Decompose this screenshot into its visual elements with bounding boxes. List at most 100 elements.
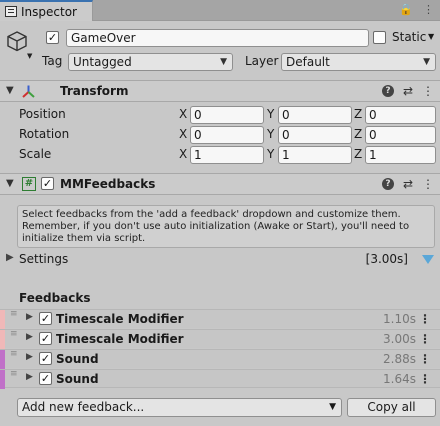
axis-z-label: Z: [354, 107, 363, 121]
rotation-y-field[interactable]: 0: [278, 126, 352, 144]
component-menu-icon[interactable]: ⋮: [422, 84, 434, 98]
feedbacks-label: Feedbacks: [19, 291, 91, 305]
feedback-time: 1.10s: [383, 312, 416, 326]
position-x-field[interactable]: 0: [190, 106, 264, 124]
feedback-time: 3.00s: [383, 332, 416, 346]
position-label: Position: [19, 107, 66, 121]
mmfeedbacks-header[interactable]: ▼ # ✓ MMFeedbacks ? ⇄ ⋮: [0, 173, 440, 195]
script-hash-icon: #: [22, 177, 36, 191]
feedback-row[interactable]: ≡ ▶ ✓ Sound 2.88s ⋮: [0, 349, 440, 369]
feedback-color-tag: [0, 370, 5, 389]
feedback-row[interactable]: ≡ ▶ ✓ Sound 1.64s ⋮: [0, 369, 440, 389]
gameobject-cube-icon[interactable]: [6, 30, 28, 52]
foldout-collapsed-icon[interactable]: ▶: [26, 312, 33, 322]
gameobject-name-field[interactable]: GameOver: [66, 29, 369, 47]
rotation-x-field[interactable]: 0: [190, 126, 264, 144]
tag-dropdown[interactable]: Untagged ▼: [68, 53, 233, 71]
axis-z-label: Z: [354, 147, 363, 161]
layer-label: Layer: [245, 54, 279, 68]
axis-x-label: X: [179, 107, 188, 121]
copy-all-button[interactable]: Copy all: [347, 398, 436, 417]
drag-handle-icon[interactable]: ≡: [10, 350, 18, 359]
feedback-menu-icon[interactable]: ⋮: [419, 332, 431, 346]
feedback-menu-icon[interactable]: ⋮: [419, 312, 431, 326]
axis-x-label: X: [179, 147, 188, 161]
drag-handle-icon[interactable]: ≡: [10, 330, 18, 339]
chevron-down-icon: ▼: [220, 57, 227, 67]
axis-x-label: X: [179, 127, 188, 141]
inspector-tab-bar: Inspector 🔒 ⋮: [0, 0, 440, 21]
axis-y-label: Y: [267, 147, 275, 161]
component-menu-icon[interactable]: ⋮: [422, 177, 434, 191]
drag-handle-icon[interactable]: ≡: [10, 370, 18, 379]
layer-dropdown[interactable]: Default ▼: [281, 53, 436, 71]
feedback-menu-icon[interactable]: ⋮: [419, 352, 431, 366]
position-z-field[interactable]: 0: [365, 106, 436, 124]
add-feedback-label: Add new feedback...: [22, 400, 145, 414]
help-box: Select feedbacks from the 'add a feedbac…: [17, 205, 435, 248]
chevron-down-icon: ▼: [423, 57, 430, 67]
feedback-name: Timescale Modifier: [56, 332, 184, 346]
foldout-collapsed-icon[interactable]: ▶: [26, 332, 33, 342]
feedback-name: Sound: [56, 372, 99, 386]
preset-sliders-icon[interactable]: ⇄: [403, 177, 413, 191]
transform-title: Transform: [60, 84, 129, 98]
layer-value: Default: [286, 55, 330, 69]
timing-arrow-icon[interactable]: [422, 255, 434, 264]
static-label: Static: [392, 30, 427, 44]
tab-inspector-label: Inspector: [21, 4, 77, 19]
preset-sliders-icon[interactable]: ⇄: [403, 84, 413, 98]
gameobject-header: ▼ ✓ GameOver Static ▼ Tag Untagged ▼ Lay…: [0, 22, 440, 80]
scale-y-field[interactable]: 1: [278, 146, 352, 164]
foldout-collapsed-icon[interactable]: ▶: [6, 252, 14, 263]
total-duration: [3.00s]: [365, 252, 408, 266]
foldout-expanded-icon[interactable]: ▼: [6, 85, 14, 96]
feedback-menu-icon[interactable]: ⋮: [419, 372, 431, 386]
lock-icon[interactable]: 🔒: [399, 3, 413, 16]
foldout-expanded-icon[interactable]: ▼: [6, 178, 14, 189]
feedback-name: Sound: [56, 352, 99, 366]
feedback-enabled-checkbox[interactable]: ✓: [39, 332, 52, 345]
active-checkbox[interactable]: ✓: [46, 31, 59, 44]
foldout-collapsed-icon[interactable]: ▶: [26, 372, 33, 382]
drag-handle-icon[interactable]: ≡: [10, 310, 18, 319]
mmfeedbacks-title: MMFeedbacks: [60, 177, 156, 191]
kebab-menu-icon[interactable]: ⋮: [423, 3, 434, 16]
inspector-icon: [5, 6, 17, 17]
feedback-enabled-checkbox[interactable]: ✓: [39, 352, 52, 365]
transform-axes-icon: [22, 85, 35, 98]
transform-header[interactable]: ▼ Transform ? ⇄ ⋮: [0, 80, 440, 102]
axis-y-label: Y: [267, 107, 275, 121]
help-icon[interactable]: ?: [381, 178, 394, 190]
scale-label: Scale: [19, 147, 52, 161]
feedback-enabled-checkbox[interactable]: ✓: [39, 312, 52, 325]
help-icon[interactable]: ?: [381, 85, 394, 97]
tab-inspector[interactable]: Inspector: [0, 0, 93, 21]
feedback-time: 1.64s: [383, 372, 416, 386]
position-y-field[interactable]: 0: [278, 106, 352, 124]
axis-z-label: Z: [354, 127, 363, 141]
static-checkbox[interactable]: [373, 31, 386, 44]
scale-x-field[interactable]: 1: [190, 146, 264, 164]
add-feedback-dropdown[interactable]: Add new feedback... ▼: [17, 398, 342, 417]
feedback-time: 2.88s: [383, 352, 416, 366]
chevron-down-icon: ▼: [329, 402, 336, 412]
feedback-color-tag: [0, 310, 5, 329]
feedback-row[interactable]: ≡ ▶ ✓ Timescale Modifier 1.10s ⋮: [0, 309, 440, 329]
rotation-label: Rotation: [19, 127, 70, 141]
settings-label: Settings: [19, 252, 69, 266]
axis-y-label: Y: [267, 127, 275, 141]
scale-z-field[interactable]: 1: [365, 146, 436, 164]
feedback-color-tag: [0, 350, 5, 369]
icon-dropdown-caret-icon[interactable]: ▼: [27, 52, 32, 60]
tag-value: Untagged: [73, 55, 132, 69]
rotation-z-field[interactable]: 0: [365, 126, 436, 144]
feedback-enabled-checkbox[interactable]: ✓: [39, 372, 52, 385]
static-dropdown-caret-icon[interactable]: ▼: [428, 32, 434, 41]
feedback-row[interactable]: ≡ ▶ ✓ Timescale Modifier 3.00s ⋮: [0, 329, 440, 349]
tag-label: Tag: [42, 54, 63, 68]
feedback-name: Timescale Modifier: [56, 312, 184, 326]
feedback-color-tag: [0, 330, 5, 349]
mmfeedbacks-enabled-checkbox[interactable]: ✓: [41, 177, 54, 190]
foldout-collapsed-icon[interactable]: ▶: [26, 352, 33, 362]
